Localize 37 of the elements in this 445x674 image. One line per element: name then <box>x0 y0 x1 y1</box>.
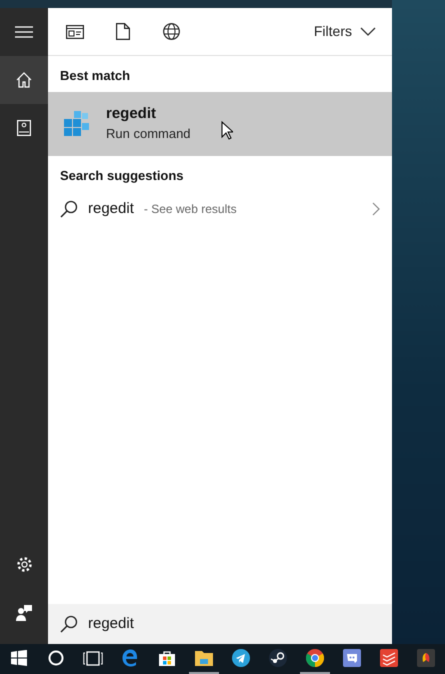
best-match-item[interactable]: regedit Run command <box>48 92 392 156</box>
filters-button[interactable]: Filters <box>314 21 380 42</box>
search-icon <box>60 615 78 633</box>
mouse-cursor-icon <box>220 121 233 140</box>
home-icon <box>16 72 32 88</box>
search-icon <box>60 200 78 218</box>
search-input[interactable]: regedit <box>88 612 288 636</box>
sidebar-button[interactable] <box>0 56 48 104</box>
suggestion-query: regedit <box>88 198 134 219</box>
stacked-lines-icon <box>380 649 398 667</box>
notebook-icon <box>17 120 31 136</box>
e-logo-icon <box>121 649 139 667</box>
search-field[interactable]: regedit <box>48 604 392 644</box>
paper-plane-icon <box>232 649 250 667</box>
cubes-icon <box>62 108 92 138</box>
result-subtitle: Run command <box>106 124 191 142</box>
leaf-logo-icon <box>417 649 435 667</box>
section-heading: Best match <box>59 67 132 85</box>
result-title: regedit <box>106 104 158 124</box>
section-heading: Search suggestions <box>59 166 185 185</box>
task-view-icon <box>83 650 103 666</box>
suggestion-item[interactable]: regedit - See web results <box>48 191 392 227</box>
suggestion-hint: - See web results <box>144 201 238 218</box>
apps-icon <box>66 24 84 38</box>
globe-icon <box>162 23 180 40</box>
gear-icon <box>16 556 32 572</box>
shopping-bag-icon <box>159 650 175 666</box>
windows-logo-icon <box>11 650 27 666</box>
steam-logo-icon <box>269 649 287 667</box>
document-icon <box>116 23 130 40</box>
chevron-right-icon <box>372 202 380 216</box>
circle-icon <box>48 650 64 666</box>
chevron-down-icon <box>360 26 376 36</box>
person-speech-icon <box>16 604 32 620</box>
chrome-logo-icon <box>306 649 324 667</box>
folder-icon <box>195 650 213 666</box>
menu-icon <box>15 26 33 38</box>
